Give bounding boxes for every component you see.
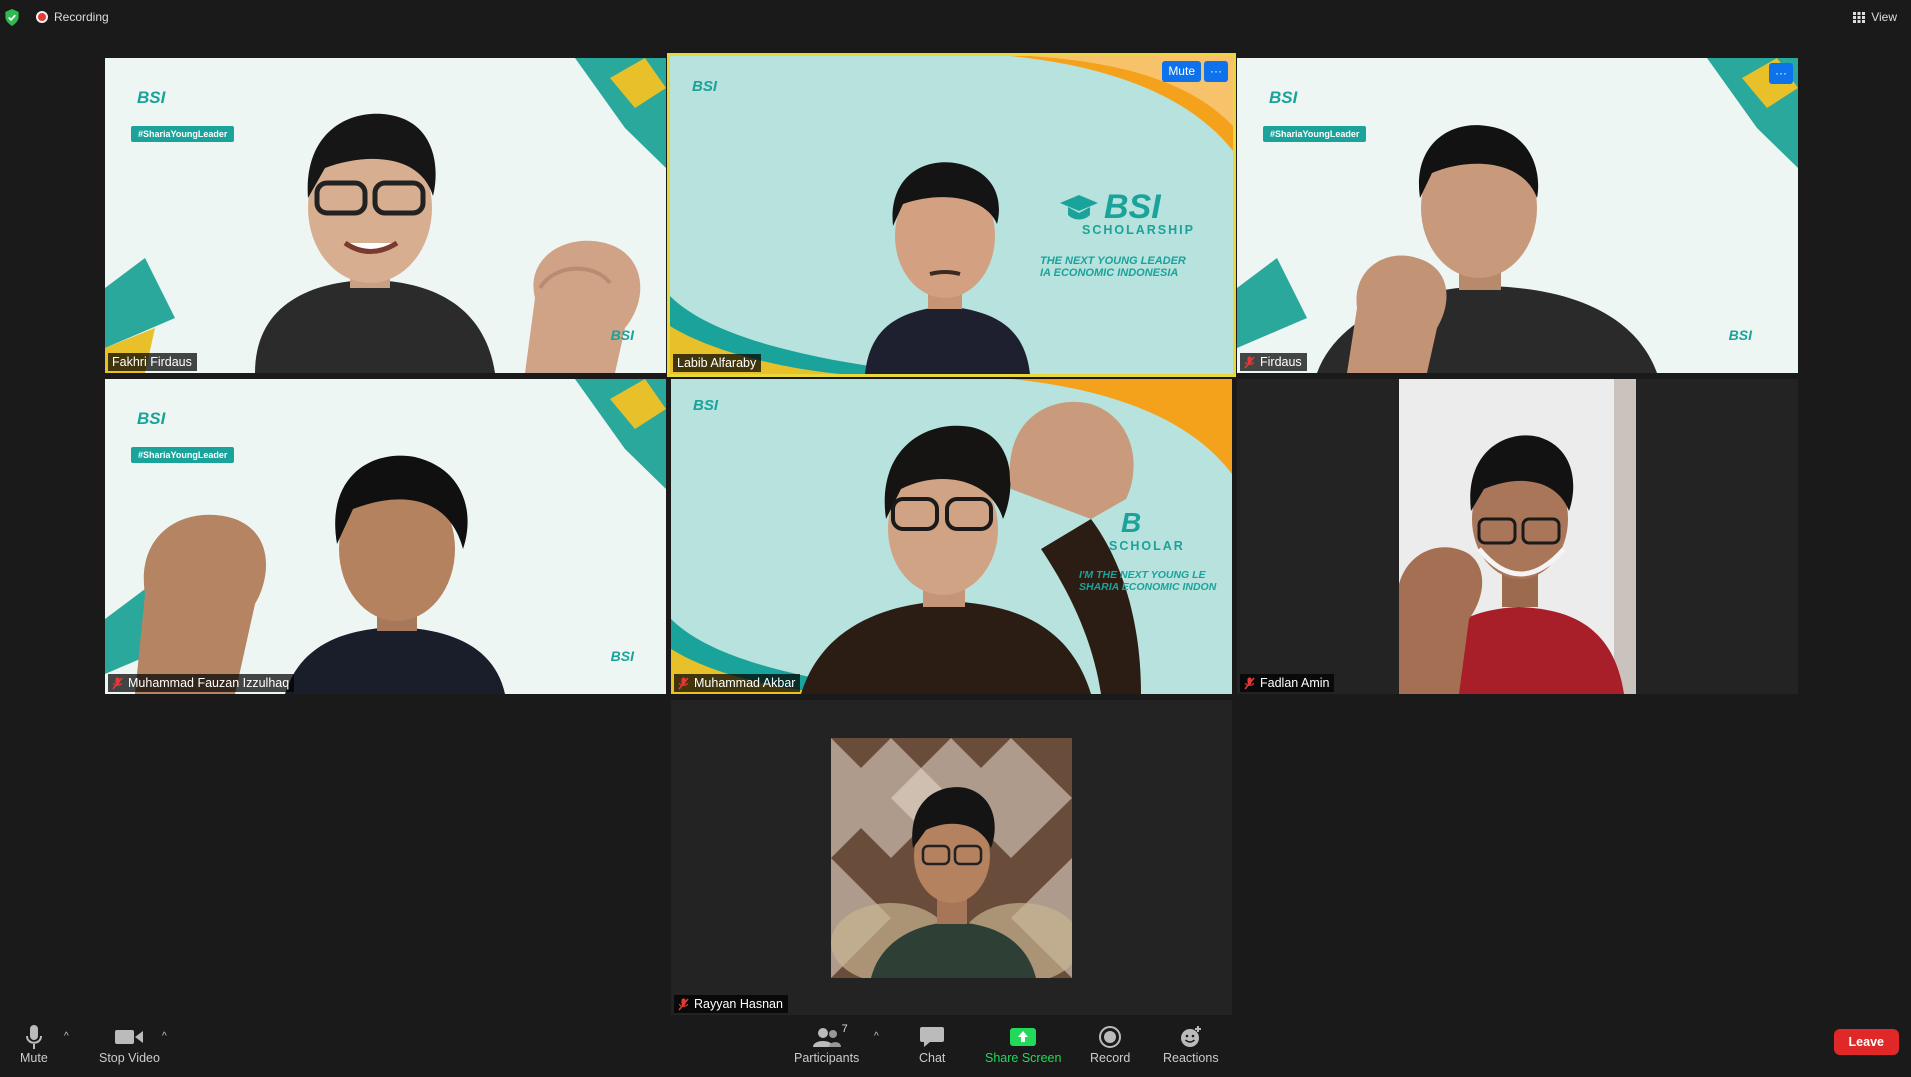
banner-title: SCHOLAR — [1109, 539, 1185, 553]
more-options-button[interactable]: ··· — [1769, 63, 1793, 84]
participants-icon — [812, 1028, 841, 1047]
participant-name: Muhammad Akbar — [694, 676, 796, 690]
mute-button[interactable]: Mute — [20, 1023, 48, 1065]
reactions-button[interactable]: Reactions — [1163, 1023, 1219, 1065]
mute-label: Mute — [20, 1051, 48, 1065]
video-tile-firdaus[interactable]: BSI #ShariaYoungLeader BSI ··· Firdaus — [1237, 58, 1798, 373]
bsi-logo: BSI — [137, 409, 166, 428]
banner-line-1: I'M THE NEXT YOUNG LE — [1079, 569, 1206, 581]
record-button[interactable]: Record — [1090, 1023, 1130, 1065]
tile-controls: Mute ··· — [1162, 61, 1228, 82]
video-camera-icon — [115, 1030, 144, 1044]
record-icon — [1099, 1026, 1122, 1048]
participant-name-tag: Muhammad Fauzan Izzulhaq — [108, 674, 295, 692]
view-button[interactable]: View — [1853, 10, 1897, 24]
shield-check-icon[interactable] — [4, 9, 20, 26]
bsi-logo: BSI — [1269, 88, 1298, 107]
microphone-icon — [25, 1025, 42, 1049]
participants-label: Participants — [794, 1051, 860, 1065]
muted-mic-icon — [112, 677, 123, 689]
share-screen-icon — [1010, 1028, 1037, 1046]
video-tile-rayyan-hasnan[interactable]: Rayyan Hasnan — [671, 700, 1232, 1015]
chat-bubble-icon — [920, 1027, 945, 1047]
muted-mic-icon — [1244, 356, 1255, 368]
video-tile-muhammad-akbar[interactable]: BSI B SCHOLAR I'M THE NEXT YOUNG LE SHAR… — [671, 379, 1232, 694]
record-label: Record — [1090, 1051, 1131, 1065]
muted-mic-icon — [1244, 677, 1255, 689]
managed-by-logo: BSI — [610, 648, 634, 664]
graduation-cap-icon — [1060, 194, 1098, 219]
hashtag-badge: #ShariaYoungLeader — [131, 126, 235, 142]
grid-view-icon — [1853, 11, 1866, 23]
video-options-caret[interactable]: ^ — [162, 1031, 167, 1042]
banner-brand: BSI — [1104, 188, 1161, 226]
participants-count: 7 — [841, 1023, 848, 1035]
banner-title: SCHOLARSHIP — [1082, 223, 1195, 237]
participant-name: Firdaus — [1260, 355, 1302, 369]
chat-button[interactable]: Chat — [919, 1023, 945, 1065]
participants-button[interactable]: 7 Participants — [794, 1023, 859, 1065]
leave-button[interactable]: Leave — [1833, 1029, 1899, 1055]
mute-participant-button[interactable]: Mute — [1162, 61, 1201, 82]
muted-mic-icon — [678, 677, 689, 689]
record-dot-icon — [36, 11, 48, 23]
video-feed — [105, 379, 666, 694]
managed-by-logo: BSI — [1728, 327, 1752, 343]
muted-mic-icon — [678, 998, 689, 1010]
banner-brand: B — [1121, 507, 1142, 538]
video-feed — [1399, 379, 1636, 694]
video-feed — [831, 738, 1072, 978]
participant-name: Rayyan Hasnan — [694, 997, 783, 1011]
recording-label: Recording — [54, 10, 109, 24]
participant-name-tag: Firdaus — [1240, 353, 1307, 371]
participant-name: Fakhri Firdaus — [112, 355, 192, 369]
more-options-button[interactable]: ··· — [1204, 61, 1228, 82]
participants-options-caret[interactable]: ^ — [874, 1031, 879, 1042]
participant-name-tag: Muhammad Akbar — [674, 674, 801, 692]
meeting-toolbar: Mute ^ Stop Video ^ 7 Participants ^ Cha… — [0, 1015, 1911, 1077]
bsi-small-logo: BSI — [693, 397, 719, 414]
hashtag-badge: #ShariaYoungLeader — [131, 447, 235, 463]
stop-video-label: Stop Video — [99, 1051, 160, 1065]
participant-name: Muhammad Fauzan Izzulhaq — [128, 676, 290, 690]
top-bar: Recording View — [0, 0, 1911, 34]
view-label: View — [1871, 10, 1897, 24]
bsi-small-logo: BSI — [692, 78, 718, 95]
video-feed — [1237, 58, 1798, 373]
smiley-plus-icon — [1180, 1026, 1201, 1047]
video-tile-fakhri-firdaus[interactable]: BSI #ShariaYoungLeader BSI Fakhri Firdau… — [105, 58, 666, 373]
stop-video-button[interactable]: Stop Video — [99, 1023, 160, 1065]
bsi-logo: BSI — [137, 88, 166, 107]
participant-name-tag: Labib Alfaraby — [673, 354, 762, 372]
video-tile-fadlan-amin[interactable]: Fadlan Amin — [1237, 379, 1798, 694]
participant-name-tag: Rayyan Hasnan — [674, 995, 788, 1013]
share-screen-button[interactable]: Share Screen — [985, 1023, 1061, 1065]
scholarship-banner: BSI SCHOLARSHIP THE NEXT YOUNG LEADER IA… — [1040, 188, 1230, 279]
participant-name: Labib Alfaraby — [677, 356, 757, 370]
participant-name-tag: Fakhri Firdaus — [108, 353, 197, 371]
hashtag-badge: #ShariaYoungLeader — [1263, 126, 1367, 142]
banner-line-1: THE NEXT YOUNG LEADER — [1040, 255, 1186, 267]
banner-line-2: SHARIA ECONOMIC INDON — [1079, 581, 1217, 593]
participant-name-tag: Fadlan Amin — [1240, 674, 1335, 692]
video-tile-labib-alfaraby[interactable]: BSI BSI SCHOLARSHIP THE NEXT YOUNG LEADE… — [667, 53, 1236, 377]
banner-line-2: IA ECONOMIC INDONESIA — [1040, 267, 1179, 279]
video-feed — [105, 58, 666, 373]
audio-options-caret[interactable]: ^ — [64, 1031, 69, 1042]
participant-name: Fadlan Amin — [1260, 676, 1330, 690]
share-screen-label: Share Screen — [985, 1051, 1062, 1065]
video-tile-muhammad-fauzan-izzulhaq[interactable]: BSI #ShariaYoungLeader BSI Muhammad Fauz… — [105, 379, 666, 694]
chat-label: Chat — [919, 1051, 946, 1065]
managed-by-logo: BSI — [610, 327, 634, 343]
reactions-label: Reactions — [1163, 1051, 1219, 1065]
tile-controls: ··· — [1769, 63, 1793, 84]
scholarship-banner: B SCHOLAR I'M THE NEXT YOUNG LE SHARIA E… — [1079, 507, 1232, 593]
recording-indicator[interactable]: Recording — [36, 10, 109, 24]
